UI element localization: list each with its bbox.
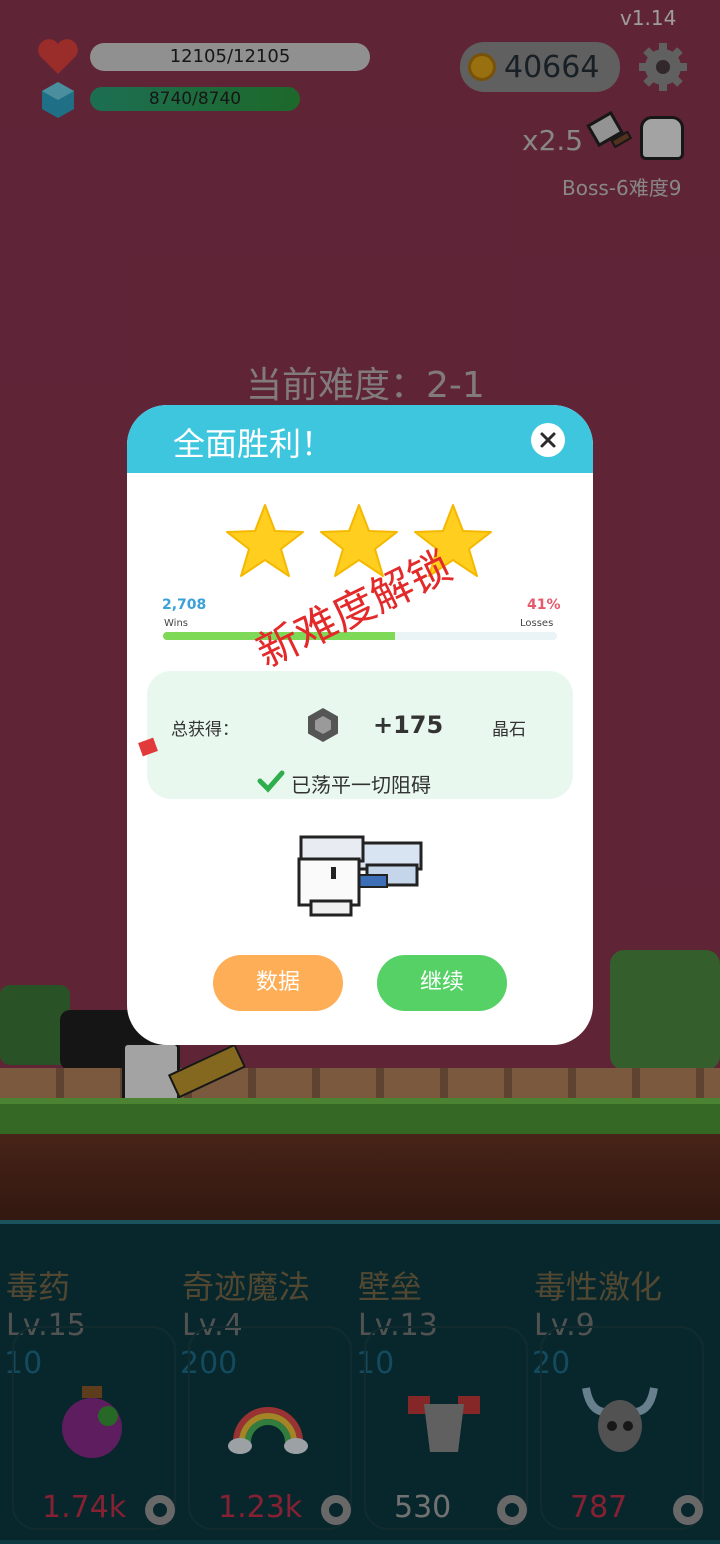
gem-icon — [305, 707, 341, 743]
reward-label: 总获得： — [171, 720, 239, 740]
reward-unit: 晶石 — [492, 720, 526, 740]
reward-amount: +175 — [373, 711, 444, 739]
data-button[interactable]: 数据 — [213, 955, 343, 1011]
victory-dialog: 全面胜利！ 2,708 Wins 41% Losses 总获得： +175 晶石… — [127, 405, 593, 1045]
dialog-title: 全面胜利！ — [173, 425, 334, 463]
losses-label: Losses — [520, 618, 554, 629]
star-icon — [225, 503, 305, 579]
cleared-text: 已荡平一切阻碍 — [291, 773, 431, 797]
hero-portrait — [297, 835, 427, 917]
wins-value: 2,708 — [162, 597, 207, 613]
checkmark-icon — [257, 770, 285, 793]
reward-box: 总获得： +175 晶石 已荡平一切阻碍 — [147, 671, 573, 799]
close-button[interactable] — [531, 423, 565, 457]
losses-value: 41% — [527, 597, 561, 613]
continue-button[interactable]: 继续 — [377, 955, 507, 1011]
wins-label: Wins — [164, 618, 188, 629]
close-icon — [540, 432, 556, 448]
